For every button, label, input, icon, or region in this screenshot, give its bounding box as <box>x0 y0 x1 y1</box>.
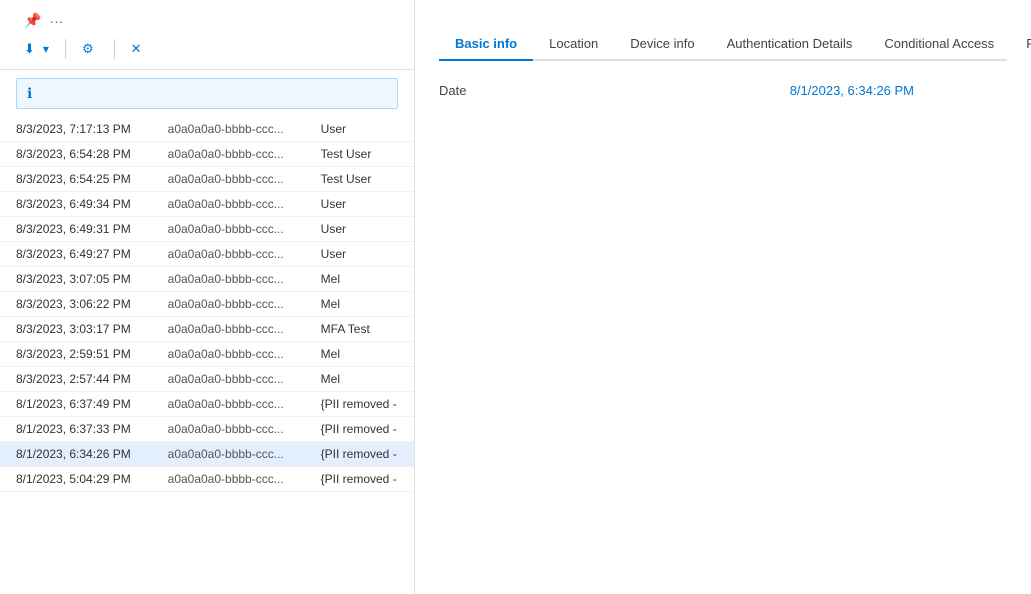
log-id: a0a0a0a0-bbbb-ccc... <box>152 317 305 342</box>
log-id: a0a0a0a0-bbbb-ccc... <box>152 167 305 192</box>
table-row[interactable]: 8/3/2023, 3:07:05 PM a0a0a0a0-bbbb-ccc..… <box>0 267 414 292</box>
log-table: 8/3/2023, 7:17:13 PM a0a0a0a0-bbbb-ccc..… <box>0 117 414 492</box>
log-date: 8/3/2023, 3:07:05 PM <box>0 267 152 292</box>
detail-value: 8/1/2023, 6:34:26 PM <box>790 77 1007 104</box>
info-icon: ℹ <box>27 85 32 102</box>
log-date: 8/3/2023, 7:17:13 PM <box>0 117 152 142</box>
tab-conditional-access[interactable]: Conditional Access <box>868 28 1010 61</box>
log-date: 8/3/2023, 3:06:22 PM <box>0 292 152 317</box>
table-row[interactable]: 8/3/2023, 2:59:51 PM a0a0a0a0-bbbb-ccc..… <box>0 342 414 367</box>
log-user: Mel <box>305 367 414 392</box>
log-user: User <box>305 217 414 242</box>
log-user: {PII removed - <box>305 417 414 442</box>
log-date: 8/3/2023, 6:49:27 PM <box>0 242 152 267</box>
log-date: 8/3/2023, 6:54:25 PM <box>0 167 152 192</box>
log-user: {PII removed - <box>305 392 414 417</box>
log-id: a0a0a0a0-bbbb-ccc... <box>152 117 305 142</box>
log-date: 8/1/2023, 6:37:49 PM <box>0 392 152 417</box>
log-user: MFA Test <box>305 317 414 342</box>
log-user: Test User <box>305 142 414 167</box>
table-row[interactable]: 8/3/2023, 6:54:25 PM a0a0a0a0-bbbb-ccc..… <box>0 167 414 192</box>
log-date: 8/1/2023, 6:37:33 PM <box>0 417 152 442</box>
chevron-down-icon: ▾ <box>43 42 49 56</box>
log-user: Test User <box>305 167 414 192</box>
log-date: 8/3/2023, 6:54:28 PM <box>0 142 152 167</box>
detail-row: Date8/1/2023, 6:34:26 PM <box>439 77 1007 104</box>
info-banner[interactable]: ℹ <box>16 78 398 109</box>
log-user: {PII removed - <box>305 442 414 467</box>
troubleshoot-button[interactable]: ✕ <box>123 37 154 61</box>
detail-table: Date8/1/2023, 6:34:26 PM <box>439 77 1007 104</box>
log-user: {PII removed - <box>305 467 414 492</box>
log-id: a0a0a0a0-bbbb-ccc... <box>152 417 305 442</box>
left-header: 📌 ··· <box>0 0 414 29</box>
log-scroll-container[interactable]: 8/3/2023, 7:17:13 PM a0a0a0a0-bbbb-ccc..… <box>0 117 414 594</box>
tab-device-info[interactable]: Device info <box>614 28 710 61</box>
table-row[interactable]: 8/1/2023, 6:37:49 PM a0a0a0a0-bbbb-ccc..… <box>0 392 414 417</box>
pin-icon[interactable]: 📌 <box>24 12 41 29</box>
log-user: Mel <box>305 267 414 292</box>
table-row[interactable]: 8/3/2023, 2:57:44 PM a0a0a0a0-bbbb-ccc..… <box>0 367 414 392</box>
log-date: 8/3/2023, 2:59:51 PM <box>0 342 152 367</box>
log-date: 8/1/2023, 5:04:29 PM <box>0 467 152 492</box>
export-data-button[interactable]: ⚙ <box>74 37 106 61</box>
log-user: Mel <box>305 292 414 317</box>
log-user: Mel <box>305 342 414 367</box>
log-date: 8/3/2023, 2:57:44 PM <box>0 367 152 392</box>
table-row[interactable]: 8/1/2023, 5:04:29 PM a0a0a0a0-bbbb-ccc..… <box>0 467 414 492</box>
tab-location[interactable]: Location <box>533 28 614 61</box>
table-row[interactable]: 8/1/2023, 6:37:33 PM a0a0a0a0-bbbb-ccc..… <box>0 417 414 442</box>
left-panel: 📌 ··· ⬇ ▾ ⚙ ✕ ℹ 8/3/2023, 7:17:13 PM a0a… <box>0 0 415 594</box>
log-id: a0a0a0a0-bbbb-ccc... <box>152 367 305 392</box>
tab-auth-details[interactable]: Authentication Details <box>711 28 869 61</box>
more-icon[interactable]: ··· <box>49 13 63 29</box>
table-row[interactable]: 8/3/2023, 6:49:31 PM a0a0a0a0-bbbb-ccc..… <box>0 217 414 242</box>
detail-title <box>439 0 1007 28</box>
tab-report-only[interactable]: Report-only <box>1010 28 1031 61</box>
log-id: a0a0a0a0-bbbb-ccc... <box>152 442 305 467</box>
table-row[interactable]: 8/1/2023, 6:34:26 PM a0a0a0a0-bbbb-ccc..… <box>0 442 414 467</box>
log-user: User <box>305 242 414 267</box>
log-id: a0a0a0a0-bbbb-ccc... <box>152 342 305 367</box>
download-button[interactable]: ⬇ ▾ <box>16 37 57 61</box>
log-id: a0a0a0a0-bbbb-ccc... <box>152 217 305 242</box>
detail-label: Date <box>439 77 790 104</box>
log-id: a0a0a0a0-bbbb-ccc... <box>152 392 305 417</box>
table-row[interactable]: 8/3/2023, 7:17:13 PM a0a0a0a0-bbbb-ccc..… <box>0 117 414 142</box>
tab-basic-info[interactable]: Basic info <box>439 28 533 61</box>
right-panel: Basic infoLocationDevice infoAuthenticat… <box>415 0 1031 594</box>
table-row[interactable]: 8/3/2023, 6:49:27 PM a0a0a0a0-bbbb-ccc..… <box>0 242 414 267</box>
table-row[interactable]: 8/3/2023, 3:06:22 PM a0a0a0a0-bbbb-ccc..… <box>0 292 414 317</box>
log-date: 8/3/2023, 6:49:31 PM <box>0 217 152 242</box>
log-user: User <box>305 192 414 217</box>
log-date: 8/3/2023, 3:03:17 PM <box>0 317 152 342</box>
log-id: a0a0a0a0-bbbb-ccc... <box>152 192 305 217</box>
log-date: 8/1/2023, 6:34:26 PM <box>0 442 152 467</box>
table-row[interactable]: 8/3/2023, 6:54:28 PM a0a0a0a0-bbbb-ccc..… <box>0 142 414 167</box>
log-id: a0a0a0a0-bbbb-ccc... <box>152 267 305 292</box>
table-row[interactable]: 8/3/2023, 6:49:34 PM a0a0a0a0-bbbb-ccc..… <box>0 192 414 217</box>
table-row[interactable]: 8/3/2023, 3:03:17 PM a0a0a0a0-bbbb-ccc..… <box>0 317 414 342</box>
toolbar: ⬇ ▾ ⚙ ✕ <box>0 29 414 70</box>
download-icon: ⬇ <box>24 41 35 57</box>
troubleshoot-icon: ✕ <box>131 41 142 57</box>
toolbar-separator-1 <box>65 39 66 59</box>
log-id: a0a0a0a0-bbbb-ccc... <box>152 467 305 492</box>
export-icon: ⚙ <box>82 41 94 57</box>
log-user: User <box>305 117 414 142</box>
log-id: a0a0a0a0-bbbb-ccc... <box>152 292 305 317</box>
toolbar-separator-2 <box>114 39 115 59</box>
log-id: a0a0a0a0-bbbb-ccc... <box>152 142 305 167</box>
log-date: 8/3/2023, 6:49:34 PM <box>0 192 152 217</box>
log-id: a0a0a0a0-bbbb-ccc... <box>152 242 305 267</box>
tabs: Basic infoLocationDevice infoAuthenticat… <box>439 28 1007 61</box>
